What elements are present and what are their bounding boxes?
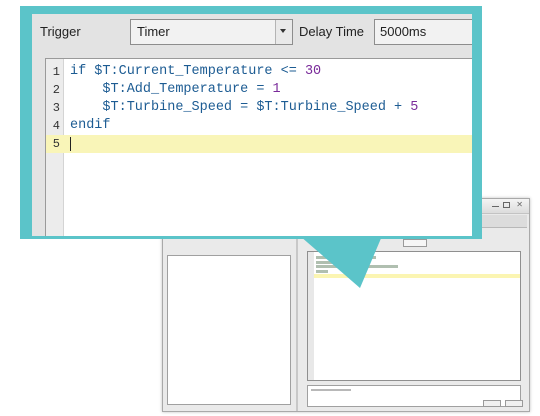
mini-trigger-select[interactable]: [317, 239, 357, 247]
mini-code-line: [316, 265, 398, 268]
mini-code-line: [316, 261, 360, 264]
mini-current-line: [314, 274, 520, 278]
trigger-label: Trigger: [40, 24, 81, 39]
line-number: 1: [52, 65, 60, 79]
line-number: 4: [52, 119, 60, 133]
mini-code-line: [316, 256, 376, 259]
code-line-2: 2 $T:Add_Temperature = 1: [46, 81, 472, 99]
line-number: 5: [52, 137, 60, 151]
line-number: 3: [52, 101, 60, 115]
right-pane: [301, 215, 527, 409]
code-line-3: 3 $T:Turbine_Speed = $T:Turbine_Speed + …: [46, 99, 472, 117]
delay-time-input[interactable]: 5000ms: [374, 19, 472, 45]
trigger-select-value: Timer: [137, 24, 170, 39]
mini-trigger-row: [307, 239, 523, 248]
mini-code-line: [316, 270, 328, 273]
code-line-4: 4 endif: [46, 117, 472, 135]
code-text: $T:Add_Temperature = 1: [70, 82, 281, 97]
mini-output-text: [311, 389, 351, 391]
code-text: endif: [70, 118, 111, 133]
trigger-select[interactable]: Timer: [130, 19, 293, 45]
maximize-icon[interactable]: [503, 202, 510, 208]
code-editor[interactable]: 1 if $T:Current_Temperature <= 30 2 $T:A…: [45, 58, 472, 236]
trigger-dropdown-button[interactable]: [275, 20, 292, 44]
code-line-5-current: 5: [46, 135, 472, 153]
chevron-down-icon: [280, 29, 286, 33]
code-text: $T:Turbine_Speed = $T:Turbine_Speed + 5: [70, 100, 419, 115]
mini-delay-input[interactable]: [403, 239, 427, 247]
left-pane: [167, 255, 291, 405]
trigger-toolbar: Trigger Timer Delay Time 5000ms: [32, 14, 472, 52]
code-line-1: 1 if $T:Current_Temperature <= 30: [46, 63, 472, 81]
mini-gutter: [308, 252, 314, 380]
minimize-icon[interactable]: [492, 202, 499, 207]
script-editor-panel: Trigger Timer Delay Time 5000ms 1 if $T:…: [32, 14, 472, 236]
pane-splitter[interactable]: [296, 239, 298, 411]
text-caret: [70, 137, 71, 151]
code-text: if $T:Current_Temperature <= 30: [70, 64, 322, 79]
mini-ok-button[interactable]: [483, 400, 501, 407]
close-icon[interactable]: ✕: [516, 201, 523, 209]
zoom-callout-frame: Trigger Timer Delay Time 5000ms 1 if $T:…: [20, 6, 482, 239]
delay-time-label: Delay Time: [299, 24, 365, 39]
mini-code-editor[interactable]: [307, 251, 521, 381]
line-number: 2: [52, 83, 60, 97]
mini-cancel-button[interactable]: [505, 400, 523, 407]
